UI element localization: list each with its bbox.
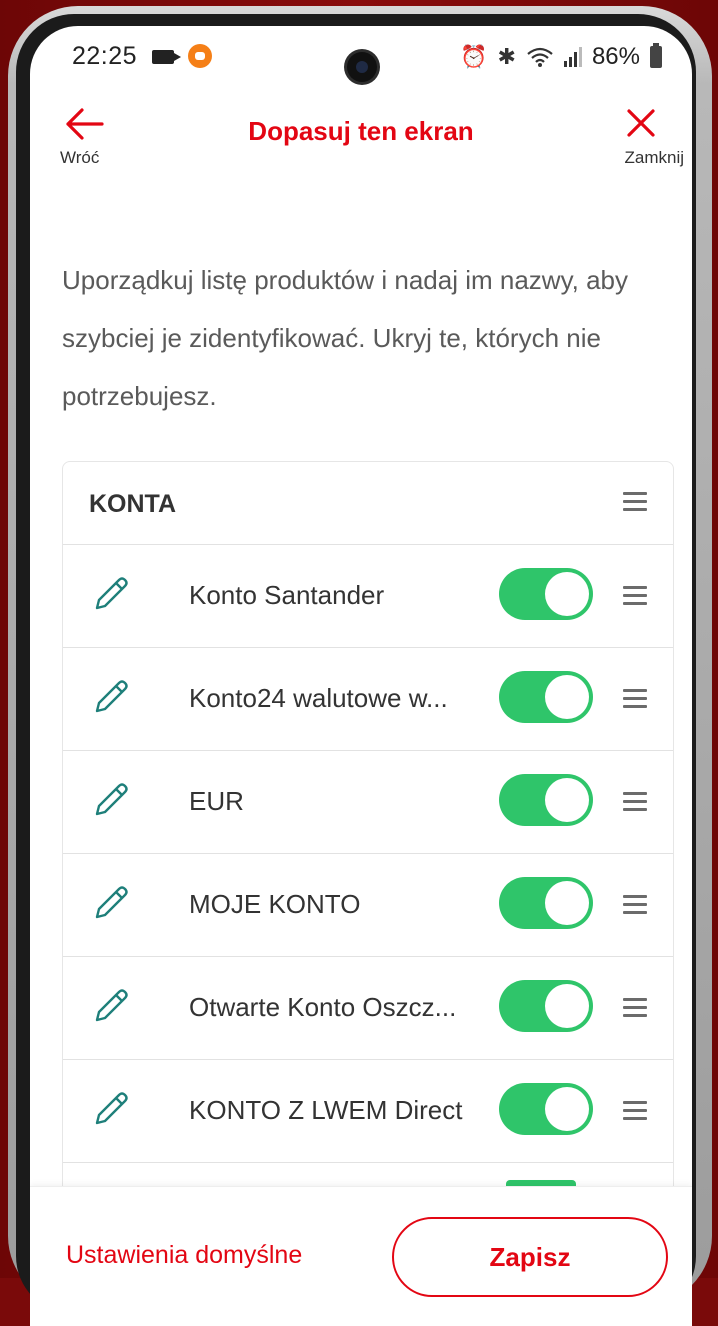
product-name: Konto Santander — [189, 580, 385, 610]
visibility-toggle[interactable] — [499, 980, 593, 1032]
toggle-knob — [545, 1087, 589, 1131]
pencil-icon[interactable] — [89, 572, 133, 616]
toggle-knob — [545, 675, 589, 719]
drag-handle-icon[interactable] — [623, 792, 647, 812]
battery-icon — [650, 43, 662, 68]
app-screen: 22:25 ⏰ ✱ 86% Wróć Dopasuj ten ekran Zam… — [30, 26, 692, 1326]
product-name: KONTO Z LWEM Direct — [189, 1095, 463, 1125]
pencil-icon[interactable] — [89, 881, 133, 925]
pencil-icon[interactable] — [89, 675, 133, 719]
close-icon — [627, 109, 655, 137]
list-item: Konto24 walutowe w... — [63, 647, 673, 751]
front-camera — [347, 52, 377, 82]
drag-handle-icon[interactable] — [623, 586, 647, 606]
bottom-action-bar: Ustawienia domyślne Zapisz — [30, 1186, 692, 1326]
bluetooth-icon: ✱ — [497, 44, 516, 69]
list-item: MOJE KONTO — [63, 853, 673, 957]
drag-handle-icon[interactable] — [623, 492, 647, 512]
back-label: Wróć — [60, 148, 100, 167]
product-name: Konto24 walutowe w... — [189, 683, 448, 713]
toggle-knob — [545, 984, 589, 1028]
product-name: MOJE KONTO — [189, 889, 361, 919]
wifi-icon — [527, 47, 553, 67]
drag-handle-icon[interactable] — [623, 998, 647, 1018]
drag-handle-icon[interactable] — [623, 689, 647, 709]
list-item: Konto Santander — [63, 544, 673, 648]
close-button[interactable]: Zamknij — [582, 106, 692, 176]
signal-icon — [563, 47, 582, 67]
drag-handle-icon[interactable] — [623, 895, 647, 915]
video-icon — [152, 50, 181, 64]
drag-handle-icon[interactable] — [623, 1101, 647, 1121]
status-bar: 22:25 ⏰ ✱ 86% — [30, 26, 692, 90]
save-button[interactable]: Zapisz — [392, 1217, 668, 1297]
list-item: Otwarte Konto Oszcz... — [63, 956, 673, 1060]
pencil-icon[interactable] — [89, 984, 133, 1028]
list-item: EUR — [63, 750, 673, 854]
visibility-toggle[interactable] — [499, 774, 593, 826]
accounts-card: KONTA Konto Santander Konto24 walutowe w… — [62, 461, 674, 1223]
close-label: Zamknij — [624, 148, 684, 167]
battery-percent: 86% — [591, 43, 640, 70]
visibility-toggle[interactable] — [499, 877, 593, 929]
status-time: 22:25 — [72, 42, 138, 70]
pencil-icon[interactable] — [89, 1087, 133, 1131]
screen-record-icon — [188, 44, 212, 68]
visibility-toggle[interactable] — [499, 1083, 593, 1135]
default-settings-link[interactable]: Ustawienia domyślne — [66, 1241, 302, 1270]
alarm-icon: ⏰ — [460, 44, 488, 69]
intro-text: Uporządkuj listę produktów i nadaj im na… — [62, 265, 629, 411]
pencil-icon[interactable] — [89, 778, 133, 822]
toggle-knob — [545, 778, 589, 822]
top-bar: Wróć Dopasuj ten ekran Zamknij — [30, 90, 692, 200]
section-title: KONTA — [89, 490, 177, 518]
toggle-knob — [545, 572, 589, 616]
status-icons: ⏰ ✱ 86% — [460, 42, 662, 72]
toggle-knob — [545, 881, 589, 925]
visibility-toggle[interactable] — [499, 568, 593, 620]
product-name: EUR — [189, 786, 244, 816]
visibility-toggle[interactable] — [499, 671, 593, 723]
product-name: Otwarte Konto Oszcz... — [189, 992, 457, 1022]
list-item: KONTO Z LWEM Direct — [63, 1059, 673, 1163]
section-header: KONTA — [63, 462, 673, 545]
